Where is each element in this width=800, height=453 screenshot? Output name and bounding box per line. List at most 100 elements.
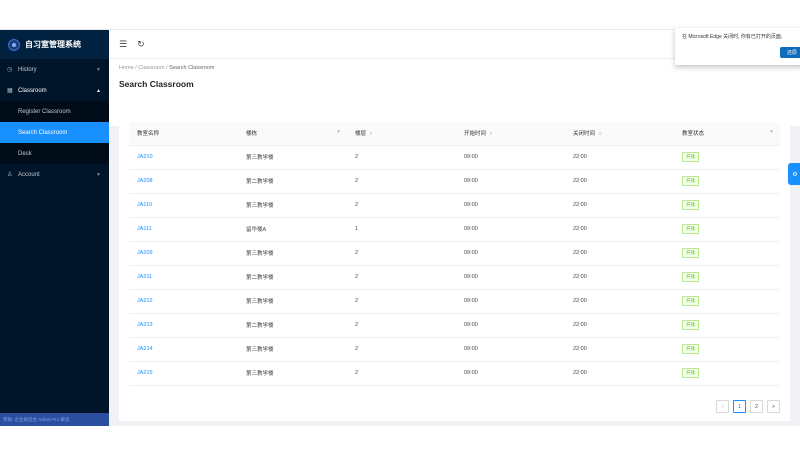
status-badge: 开放 [682,368,699,378]
prev-page-button[interactable]: < [716,400,729,413]
cell-floor: 2 [347,337,456,362]
sidebar-item-label: Desk [18,150,32,157]
column-header-building[interactable]: 楼栋 ▼ [238,122,347,146]
sidebar: 自习室管理系统 ◷ History ▼ ▦ Classroom ▲ Regist… [0,30,109,426]
cell-classroom-name[interactable]: JA110 [129,193,238,218]
page-button-1[interactable]: 1 [733,400,746,413]
cell-floor: 2 [347,145,456,170]
cell-classroom-name[interactable]: JA209 [129,241,238,266]
cell-status: 开放 [674,313,780,338]
cell-building: 第三教学楼 [238,145,347,170]
cell-close-time: 22:00 [565,313,674,338]
chevron-down-icon: ▼ [96,171,101,178]
cell-classroom-name[interactable]: JA211 [129,265,238,290]
cell-close-time: 22:00 [565,217,674,242]
column-header-label: 楼栋 [246,131,258,138]
cell-classroom-name[interactable]: JA215 [129,361,238,386]
cell-floor: 2 [347,193,456,218]
cell-building: 第二教学楼 [238,313,347,338]
settings-drawer-button[interactable]: ⚙ [788,163,800,185]
status-badge: 开放 [682,152,699,162]
clock-icon: ◷ [7,67,13,73]
column-header-close-time[interactable]: 关闭时间 ⇕ [565,122,674,146]
column-header-label: 关闭时间 [573,131,596,138]
filter-icon[interactable]: ▼ [769,129,774,135]
cell-floor: 2 [347,169,456,194]
menu-fold-icon[interactable]: ☰ [119,39,127,50]
breadcrumb: Home / Classroom / Search Classroom [119,65,790,71]
cell-classroom-name[interactable]: JA210 [129,145,238,170]
sidebar-item-account[interactable]: ♙ Account ▼ [0,164,109,185]
cell-floor: 2 [347,313,456,338]
cell-classroom-name[interactable]: JA111 [129,217,238,242]
table-card: 教室名称 楼栋 ▼ 楼层 ⇕ 开始时间 ⇕ 关闭时间 ⇕ 教室状态 ▼ JA210 第三教学… [119,116,790,421]
column-header-open-time[interactable]: 开始时间 ⇕ [456,122,565,146]
sidebar-item-label: Search Classroom [18,129,68,136]
sort-icon[interactable]: ⇕ [369,131,373,136]
cell-classroom-name[interactable]: JA213 [129,313,238,338]
sidebar-item-desk[interactable]: Desk [0,143,109,164]
sidebar-item-search-classroom[interactable]: Search Classroom [0,122,109,143]
filter-icon[interactable]: ▼ [336,129,341,135]
cell-status: 开放 [674,217,780,242]
cell-building: 第二教学楼 [238,169,347,194]
next-page-button[interactable]: > [767,400,780,413]
breadcrumb-current: Search Classroom [169,65,215,71]
column-header-floor[interactable]: 楼层 ⇕ [347,122,456,146]
cell-close-time: 22:00 [565,145,674,170]
cell-building: 第三教学楼 [238,289,347,314]
cell-building: 第三教学楼 [238,241,347,266]
sidebar-item-label: Register Classroom [18,108,71,115]
cell-open-time: 09:00 [456,337,565,362]
column-header-label: 开始时间 [464,131,487,138]
cell-classroom-name[interactable]: JA212 [129,289,238,314]
cell-building: 第三教学楼 [238,193,347,218]
classroom-table: 教室名称 楼栋 ▼ 楼层 ⇕ 开始时间 ⇕ 关闭时间 ⇕ 教室状态 ▼ JA210 第三教学… [129,122,780,386]
sidebar-item-register-classroom[interactable]: Register Classroom [0,101,109,122]
breadcrumb-home[interactable]: Home [119,65,134,71]
classroom-submenu: Register Classroom Search Classroom Desk [0,101,109,164]
column-header-status[interactable]: 教室状态 ▼ [674,122,780,146]
sidebar-footer[interactable]: 赞助: 企业级后台 Admin Pro 解读 [0,413,109,426]
cell-classroom-name[interactable]: JA208 [129,169,238,194]
status-badge: 开放 [682,176,699,186]
breadcrumb-classroom[interactable]: Classroom [138,65,164,71]
cell-floor: 2 [347,289,456,314]
sidebar-item-history[interactable]: ◷ History ▼ [0,59,109,80]
cell-open-time: 09:00 [456,289,565,314]
cell-status: 开放 [674,145,780,170]
reload-icon[interactable]: ↻ [137,39,145,50]
sidebar-item-classroom[interactable]: ▦ Classroom ▲ [0,80,109,101]
table-row: JA209 第三教学楼 2 09:00 22:00 开放 [129,241,780,266]
app-title: 自习室管理系统 [25,40,81,49]
column-header-name[interactable]: 教室名称 [129,122,238,146]
cell-close-time: 22:00 [565,193,674,218]
cell-classroom-name[interactable]: JA214 [129,337,238,362]
table-header-row: 教室名称 楼栋 ▼ 楼层 ⇕ 开始时间 ⇕ 关闭时间 ⇕ 教室状态 ▼ [129,122,780,146]
table-row: JA211 第二教学楼 2 09:00 22:00 开放 [129,265,780,290]
logo[interactable]: 自习室管理系统 [0,30,109,59]
table-row: JA111 留华楼A 1 09:00 22:00 开放 [129,217,780,242]
logo-icon [8,38,20,51]
table-row: JA208 第二教学楼 2 09:00 22:00 开放 [129,169,780,194]
cell-open-time: 09:00 [456,313,565,338]
sort-icon[interactable]: ⇕ [598,131,602,136]
table-row: JA212 第三教学楼 2 09:00 22:00 开放 [129,289,780,314]
cell-open-time: 09:00 [456,217,565,242]
cell-building: 第三教学楼 [238,361,347,386]
browser-restore-popup: 在 Microsoft Edge 关闭时, 你有已打开的页面, 还原 [675,28,800,65]
status-badge: 开放 [682,344,699,354]
cell-open-time: 09:00 [456,145,565,170]
cell-building: 留华楼A [238,217,347,242]
cell-status: 开放 [674,265,780,290]
gear-icon: ⚙ [792,171,798,178]
status-badge: 开放 [682,296,699,306]
cell-status: 开放 [674,289,780,314]
status-badge: 开放 [682,200,699,210]
cell-close-time: 22:00 [565,337,674,362]
page-button-2[interactable]: 2 [750,400,763,413]
restore-button[interactable]: 还原 [780,47,800,58]
sort-icon[interactable]: ⇕ [489,131,493,136]
cell-close-time: 22:00 [565,265,674,290]
cell-close-time: 22:00 [565,241,674,266]
